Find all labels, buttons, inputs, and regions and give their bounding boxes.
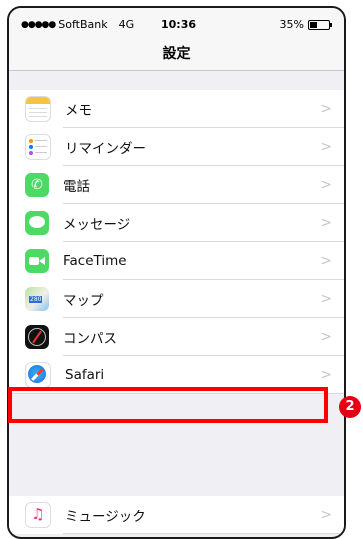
settings-list-music: ♫ ミュージック > <box>9 496 344 534</box>
status-time: 10:36 <box>161 18 197 31</box>
music-icon: ♫ <box>25 502 51 528</box>
phone-icon: ✆ <box>25 173 49 197</box>
navigation-bar: 設定 <box>9 38 344 71</box>
settings-row-facetime[interactable]: FaceTime > <box>9 242 344 280</box>
chevron-right-icon: > <box>320 507 332 523</box>
settings-row-compass[interactable]: コンパス > <box>9 318 344 356</box>
chevron-right-icon: > <box>320 177 332 193</box>
settings-row-messages[interactable]: メッセージ > <box>9 204 344 242</box>
notes-icon <box>25 96 51 122</box>
safari-highlight-box <box>8 387 328 423</box>
signal-strength-icon: ●●●●● <box>21 19 56 30</box>
settings-row-phone[interactable]: ✆ 電話 > <box>9 166 344 204</box>
chevron-right-icon: > <box>320 291 332 307</box>
settings-row-notes[interactable]: メモ > <box>9 90 344 128</box>
page-title: 設定 <box>162 46 191 62</box>
compass-icon <box>25 325 49 349</box>
safari-icon <box>25 362 51 388</box>
chevron-right-icon: > <box>320 329 332 345</box>
chevron-right-icon: > <box>320 215 332 231</box>
settings-row-maps[interactable]: マップ > <box>9 280 344 318</box>
row-label: 電話 <box>63 179 90 195</box>
battery-percent: 35% <box>279 18 304 31</box>
status-bar: ●●●●● SoftBank 4G 10:36 35% <box>9 8 344 38</box>
row-label: メッセージ <box>63 217 131 233</box>
chevron-right-icon: > <box>320 367 332 383</box>
row-label: ミュージック <box>65 509 146 525</box>
messages-icon <box>25 211 49 235</box>
reminders-icon <box>25 134 51 160</box>
row-label: Safari <box>65 367 105 383</box>
battery-icon <box>308 19 332 30</box>
chevron-right-icon: > <box>320 101 332 117</box>
row-label: マップ <box>63 293 104 309</box>
carrier-name: SoftBank <box>58 18 108 31</box>
facetime-icon <box>25 249 49 273</box>
settings-row-reminders[interactable]: リマインダー > <box>9 128 344 166</box>
row-label: メモ <box>65 103 92 119</box>
phone-frame: ●●●●● SoftBank 4G 10:36 35% 設定 メモ > リマイン… <box>7 6 346 539</box>
row-label: FaceTime <box>63 253 127 269</box>
settings-row-music[interactable]: ♫ ミュージック > <box>9 496 344 534</box>
section-spacer <box>9 458 344 496</box>
chevron-right-icon: > <box>320 139 332 155</box>
row-label: リマインダー <box>65 141 146 157</box>
settings-list: メモ > リマインダー > ✆ 電話 > メッセージ > FaceTime > <box>9 90 344 394</box>
step-number-badge: 2 <box>339 396 361 418</box>
network-type: 4G <box>118 18 135 31</box>
row-label: コンパス <box>63 331 117 347</box>
chevron-right-icon: > <box>320 253 332 269</box>
maps-icon <box>25 287 49 311</box>
